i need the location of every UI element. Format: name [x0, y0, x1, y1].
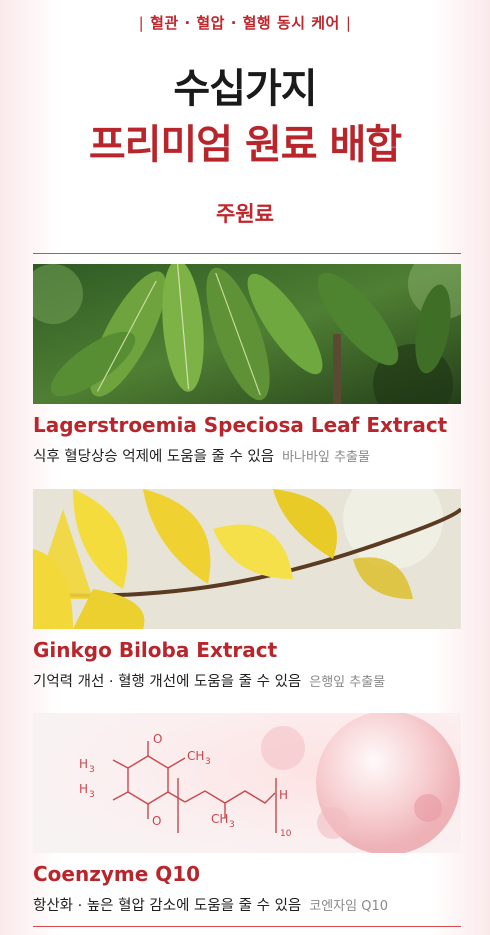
formula-methyl-chain: CH [211, 812, 228, 826]
formula-oxygen-top: O [153, 732, 162, 746]
formula-subscript: 3 [229, 820, 235, 830]
ingredient-description: 항산화 · 높은 혈압 감소에 도움을 줄 수 있음 코엔자임 Q10 [33, 894, 388, 915]
section-title: 주원료 [216, 202, 274, 226]
headline-line-1: 수십가지 [173, 66, 317, 112]
ingredient-description: 기억력 개선 · 혈행 개선에 도움을 줄 수 있음 은행잎 추출물 [33, 670, 385, 691]
divider-right: | [345, 14, 352, 32]
ingredient-benefit: 식후 혈당상승 억제에 도움을 줄 수 있음 [33, 449, 275, 465]
formula-repeat-count: 10 [280, 829, 292, 839]
tagline: | 혈관 · 혈압 · 혈행 동시 케어 | [0, 12, 490, 33]
headline-line-2: 프리미엄 원료 배합 [88, 122, 402, 168]
ingredient-benefit: 항산화 · 높은 혈압 감소에 도움을 줄 수 있음 [33, 898, 302, 914]
formula-subscript: 3 [205, 757, 211, 767]
ingredient-source: 코엔자임 Q10 [309, 899, 389, 914]
formula-methyl-top: CH [187, 749, 204, 763]
ingredient-benefit: 기억력 개선 · 혈행 개선에 도움을 줄 수 있음 [33, 674, 302, 690]
banaba-leaf-photo [33, 264, 461, 404]
formula-methoxy-bottom: H [79, 782, 88, 796]
ingredient-name: Ginkgo Biloba Extract [33, 638, 278, 662]
formula-subscript: 3 [89, 765, 95, 775]
coq10-structure-image: O O CH 3 H 3 H 3 CH 3 H 10 [33, 713, 461, 853]
ingredient-name: Lagerstroemia Speciosa Leaf Extract [33, 413, 448, 437]
formula-oxygen-bottom: O [152, 814, 161, 828]
ingredient-name: Coenzyme Q10 [33, 862, 201, 886]
ingredient-source: 바나바잎 추출물 [282, 450, 370, 465]
divider-left: | [138, 14, 145, 32]
ginkgo-leaf-photo [33, 489, 461, 629]
page-background: | 혈관 · 혈압 · 혈행 동시 케어 | 수십가지 프리미엄 원료 배합 주원료 [0, 0, 490, 935]
formula-methoxy-top: H [79, 757, 88, 771]
formula-hydrogen: H [279, 788, 288, 802]
section-divider [33, 253, 461, 254]
formula-subscript: 3 [89, 790, 95, 800]
ingredient-source: 은행잎 추출물 [309, 675, 386, 690]
tagline-text: 혈관 · 혈압 · 혈행 동시 케어 [150, 14, 340, 32]
bottom-divider [33, 926, 461, 927]
ingredient-description: 식후 혈당상승 억제에 도움을 줄 수 있음 바나바잎 추출물 [33, 445, 370, 466]
